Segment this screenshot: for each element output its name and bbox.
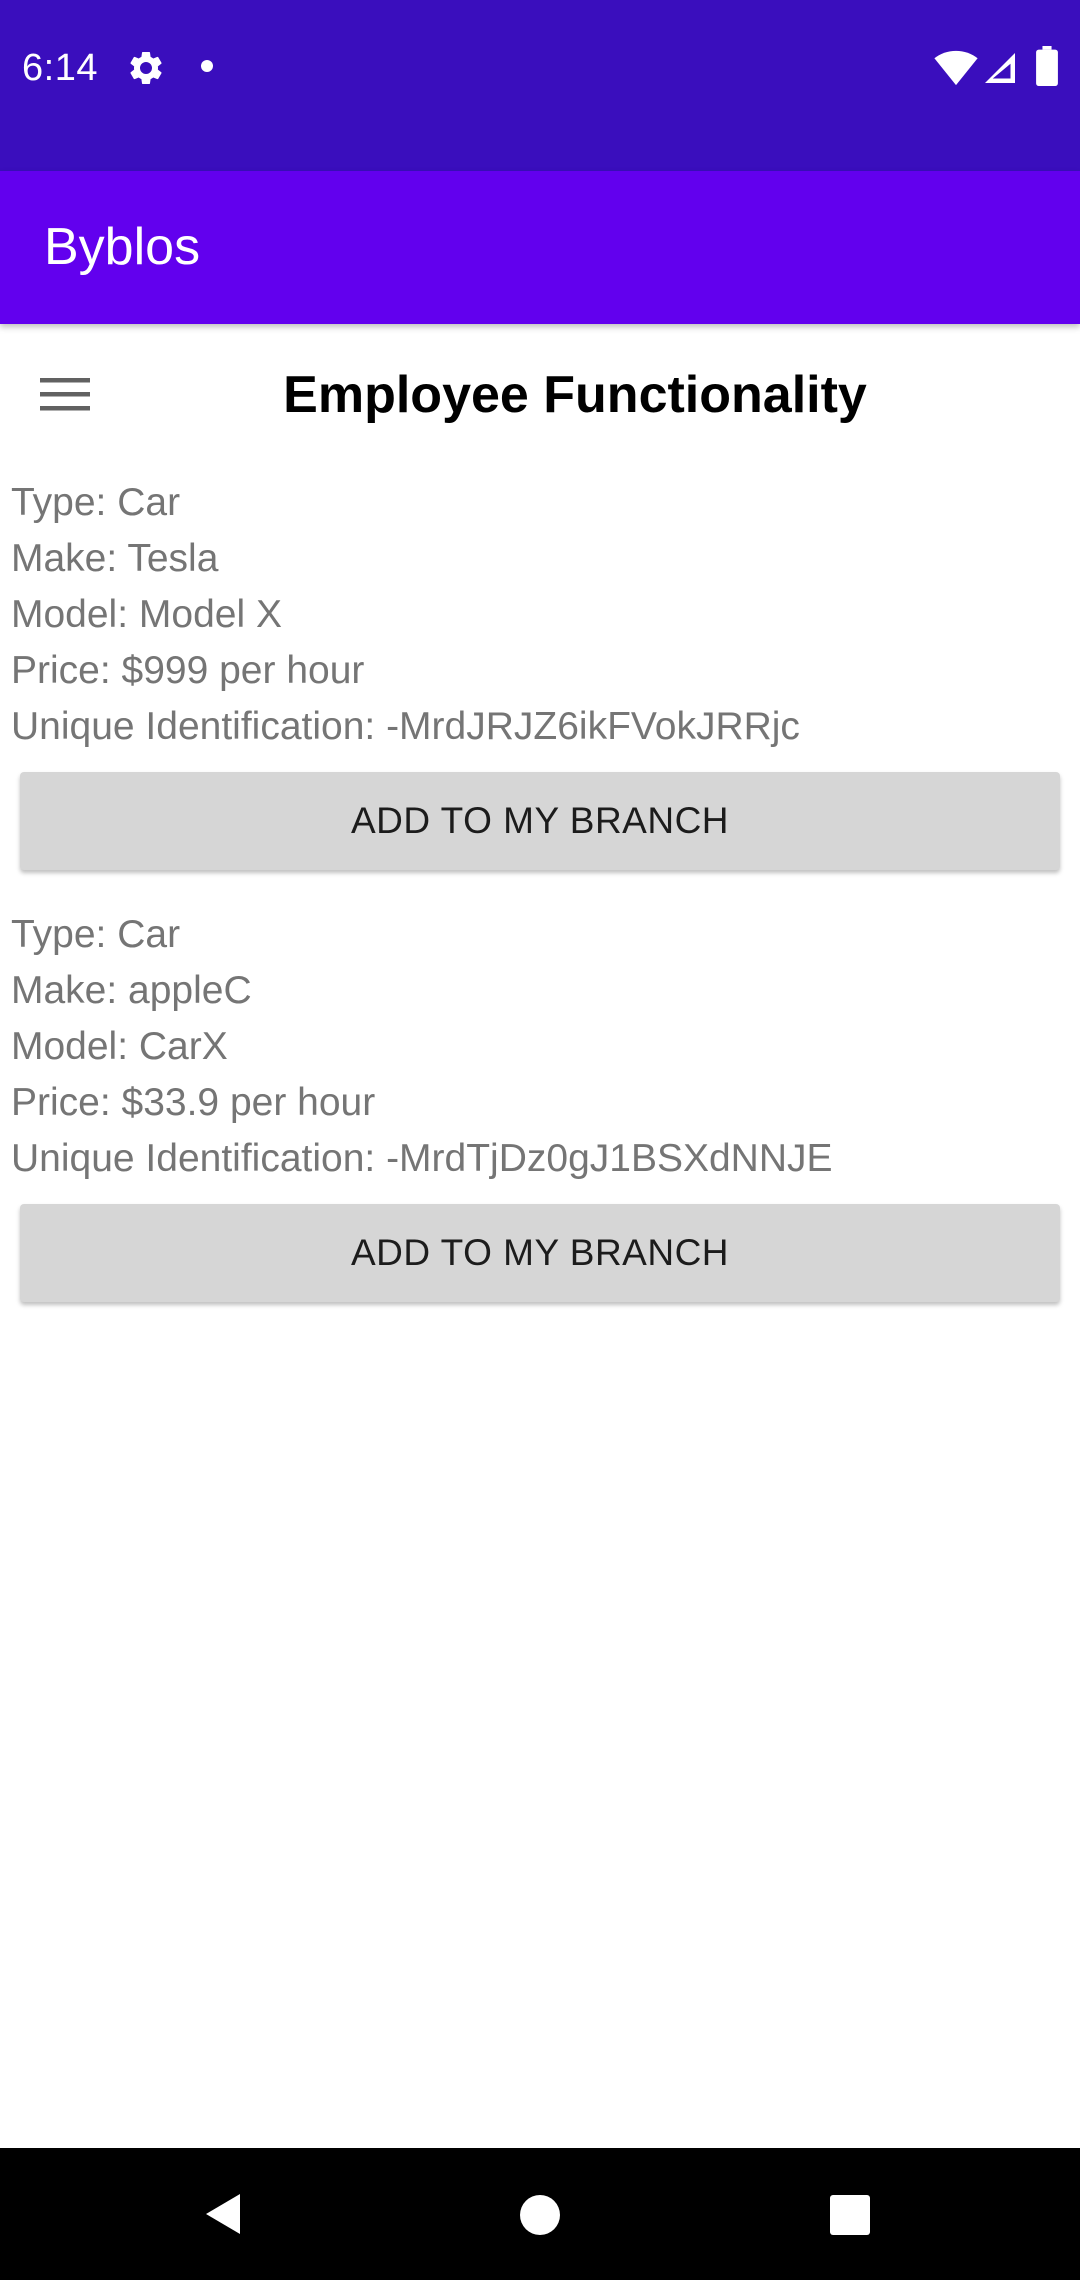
item-price: Price: $33.9 per hour [11, 1081, 376, 1124]
home-icon[interactable] [519, 2194, 561, 2236]
battery-icon [1036, 46, 1058, 86]
notification-dot-icon [201, 60, 213, 72]
page-title: Employee Functionality [283, 366, 867, 424]
add-to-my-branch-button[interactable]: ADD TO MY BRANCH [20, 772, 1060, 870]
system-nav-bar [0, 2148, 1080, 2280]
item-type: Type: Car [11, 481, 181, 524]
app-title: Byblos [44, 218, 201, 276]
status-bar: 6:14 [0, 0, 1080, 171]
back-icon[interactable] [200, 2190, 248, 2238]
recents-icon[interactable] [829, 2194, 871, 2236]
hamburger-menu-icon[interactable] [38, 370, 94, 418]
item-make: Make: appleC [11, 969, 252, 1012]
gear-icon [130, 51, 162, 84]
item-model: Model: CarX [11, 1025, 228, 1068]
item-price: Price: $999 per hour [11, 649, 365, 692]
signal-icon [985, 53, 1015, 83]
list-item: Type: Car Make: Tesla Model: Model X Pri… [11, 475, 800, 755]
item-make: Make: Tesla [11, 537, 219, 580]
add-to-my-branch-button[interactable]: ADD TO MY BRANCH [20, 1204, 1060, 1302]
item-type: Type: Car [11, 913, 181, 956]
list-item: Type: Car Make: appleC Model: CarX Price… [11, 907, 833, 1187]
item-model: Model: Model X [11, 593, 282, 636]
item-unique-id: Unique Identification: -MrdTjDz0gJ1BSXdN… [11, 1137, 833, 1180]
app-bar: Byblos [0, 171, 1080, 324]
wifi-icon [934, 50, 978, 86]
status-time: 6:14 [22, 47, 98, 89]
item-unique-id: Unique Identification: -MrdJRJZ6ikFVokJR… [11, 705, 800, 748]
